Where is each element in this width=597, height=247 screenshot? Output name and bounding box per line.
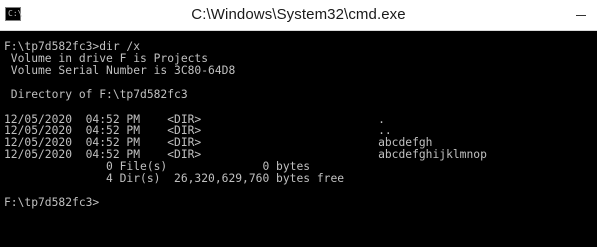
command-prompt[interactable]: F:\tp7d582fc3>	[4, 197, 99, 208]
volume-label-line: Volume in drive F is Projects	[4, 52, 209, 65]
command-line: F:\tp7d582fc3>dir /x	[4, 40, 141, 53]
window-title: C:\Windows\System32\cmd.exe	[191, 6, 406, 23]
directory-line: Directory of F:\tp7d582fc3	[4, 88, 188, 101]
volume-serial-line: Volume Serial Number is 3C80-64D8	[4, 64, 236, 77]
dir-entry-row: 12/05/2020 04:52 PM <DIR> abcdefgh	[4, 136, 433, 149]
dir-entry-row: 12/05/2020 04:52 PM <DIR> abcdefghijklmn…	[4, 148, 487, 161]
dir-entry-row: 12/05/2020 04:52 PM <DIR> ..	[4, 124, 392, 137]
file-count-summary: 0 File(s) 0 bytes	[4, 160, 311, 173]
dir-count-summary: 4 Dir(s) 26,320,629,760 bytes free	[4, 172, 345, 185]
minimize-icon	[576, 15, 586, 16]
minimize-button[interactable]	[564, 0, 597, 30]
console-output[interactable]: F:\tp7d582fc3>dir /x Volume in drive F i…	[0, 31, 597, 247]
cmd-window: C:\ C:\Windows\System32\cmd.exe F:\tp7d5…	[0, 0, 597, 247]
title-bar[interactable]: C:\ C:\Windows\System32\cmd.exe	[0, 0, 597, 31]
